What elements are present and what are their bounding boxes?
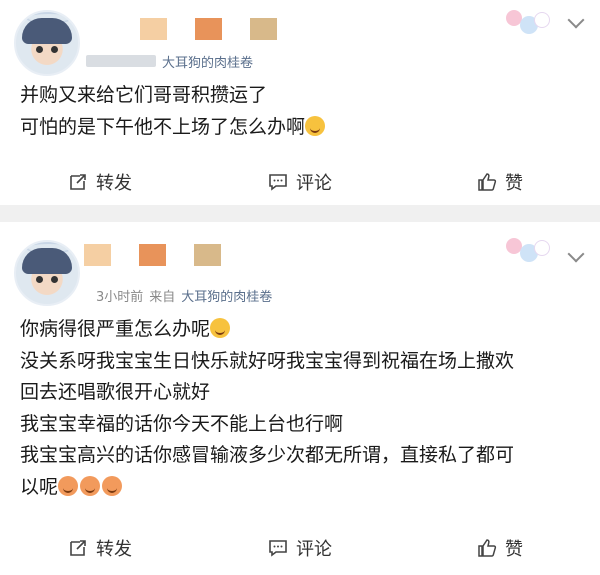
post-content: 并购又来给它们哥哥积攒运了 可怕的是下午他不上场了怎么办啊 — [20, 80, 582, 143]
content-line: 回去还唱歌很开心就好 — [20, 381, 211, 403]
redacted-block — [195, 18, 222, 40]
fan-badge-sticker — [502, 6, 552, 36]
redacted-block — [139, 244, 166, 266]
content-line: 你病得很严重怎么办呢 — [20, 314, 582, 346]
thumbs-up-icon — [477, 538, 497, 558]
content-line: 可怕的是下午他不上场了怎么办啊 — [20, 112, 582, 144]
post-source[interactable]: 大耳狗的肉桂卷 — [162, 52, 253, 71]
content-line: 并购又来给它们哥哥积攒运了 — [20, 84, 268, 106]
like-button[interactable]: 赞 — [400, 162, 600, 202]
blush-emoji-icon — [80, 475, 101, 496]
repost-icon — [68, 538, 88, 558]
post-actions: 转发 评论 赞 — [0, 162, 600, 202]
comment-icon — [268, 172, 288, 192]
post-time: 3小时前 — [96, 290, 144, 305]
blush-emoji-icon — [58, 475, 79, 496]
redacted-username — [140, 18, 277, 40]
avatar-hair — [22, 18, 72, 44]
avatar-eye — [36, 46, 43, 53]
grin-emoji-icon — [210, 318, 231, 338]
post-source-prefix: 来自 — [149, 290, 176, 305]
weibo-post-2: 3小时前 来自 大耳狗的肉桂卷 你病得很严重怎么办呢 没关系呀我宝宝生日快乐就好… — [0, 222, 600, 575]
comment-button[interactable]: 评论 — [200, 162, 400, 202]
avatar-eye — [51, 276, 58, 283]
post-meta: 3小时前 来自 大耳狗的肉桂卷 — [96, 286, 272, 305]
content-line: 我宝宝幸福的话你今天不能上台也行啊 — [20, 412, 344, 435]
chevron-down-icon[interactable] — [567, 11, 585, 29]
grin-emoji-icon — [305, 115, 326, 136]
repost-icon — [68, 172, 88, 192]
thumbs-up-icon — [477, 172, 497, 192]
redacted-username — [84, 244, 221, 266]
post-divider — [0, 205, 600, 222]
post-meta: 大耳狗的肉桂卷 — [86, 52, 253, 71]
redacted-block — [84, 244, 111, 266]
avatar[interactable] — [14, 240, 80, 306]
avatar[interactable] — [14, 10, 80, 76]
repost-button[interactable]: 转发 — [0, 528, 200, 568]
comment-button[interactable]: 评论 — [200, 528, 400, 568]
redacted-meta — [86, 55, 156, 67]
content-line: 我宝宝高兴的话你感冒输液多少次都无所谓，直接私了都可 — [20, 444, 515, 466]
redacted-block — [194, 244, 221, 266]
redacted-block — [140, 18, 167, 40]
redacted-block — [250, 18, 277, 40]
like-label: 赞 — [505, 539, 523, 560]
comment-icon — [268, 538, 288, 558]
post-source[interactable]: 大耳狗的肉桂卷 — [181, 286, 272, 305]
avatar-eye — [51, 46, 58, 53]
blush-emoji-icon — [102, 475, 123, 496]
repost-label: 转发 — [96, 173, 132, 194]
post-content: 你病得很严重怎么办呢 没关系呀我宝宝生日快乐就好呀我宝宝得到祝福在场上撒欢 回去… — [20, 314, 582, 503]
post-actions: 转发 评论 赞 — [0, 528, 600, 568]
content-line: 没关系呀我宝宝生日快乐就好呀我宝宝得到祝福在场上撒欢 — [20, 349, 515, 372]
repost-button[interactable]: 转发 — [0, 162, 200, 202]
repost-label: 转发 — [96, 539, 132, 560]
avatar-hair — [22, 248, 72, 274]
comment-label: 评论 — [296, 539, 332, 560]
avatar-eye — [36, 276, 43, 283]
content-line: 以呢 — [20, 472, 582, 504]
comment-label: 评论 — [296, 173, 332, 194]
weibo-post-1: 大耳狗的肉桂卷 并购又来给它们哥哥积攒运了 可怕的是下午他不上场了怎么办啊 转发… — [0, 0, 600, 205]
like-label: 赞 — [505, 173, 523, 194]
like-button[interactable]: 赞 — [400, 528, 600, 568]
chevron-down-icon[interactable] — [567, 245, 585, 263]
fan-badge-sticker — [502, 234, 552, 264]
